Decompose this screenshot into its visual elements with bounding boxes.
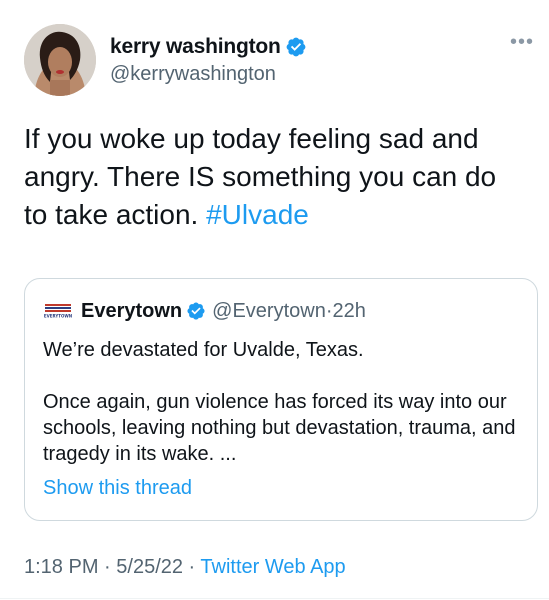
footer-separator-2: · (183, 556, 201, 578)
quoted-time[interactable]: 22h (333, 300, 366, 323)
everytown-logo-icon: EVERYTOWN (43, 302, 73, 320)
quoted-separator: · (325, 299, 333, 322)
tweet-time[interactable]: 1:18 PM (24, 556, 98, 578)
divider (0, 598, 549, 599)
tweet-source-app[interactable]: Twitter Web App (200, 556, 345, 578)
verified-badge-icon (286, 37, 306, 57)
tweet-metadata: 1:18 PM · 5/25/22 · Twitter Web App (24, 556, 346, 579)
quoted-handle[interactable]: @Everytown (212, 300, 326, 323)
tweet: kerry washington @kerrywashington ••• If… (0, 0, 549, 600)
everytown-logo-text: EVERYTOWN (44, 314, 72, 319)
footer-separator-1: · (98, 556, 117, 578)
quoted-paragraph-2: Once again, gun violence has forced its … (43, 391, 516, 465)
quoted-verified-badge-icon (187, 302, 205, 320)
tweet-header: kerry washington @kerrywashington ••• (24, 24, 534, 96)
quoted-display-name[interactable]: Everytown (81, 300, 182, 323)
tweet-date[interactable]: 5/25/22 (116, 556, 183, 578)
more-options-icon[interactable]: ••• (510, 32, 534, 52)
author-info: kerry washington @kerrywashington (110, 34, 307, 86)
avatar-image (24, 24, 96, 96)
hashtag-link[interactable]: #Ulvade (206, 199, 309, 230)
author-handle[interactable]: @kerrywashington (110, 63, 307, 86)
tweet-text: If you woke up today feeling sad and ang… (24, 120, 524, 234)
quoted-tweet[interactable]: EVERYTOWN Everytown @Everytown · 22h We’… (24, 278, 538, 521)
quoted-tweet-text: We’re devastated for Uvalde, Texas. Once… (43, 337, 523, 467)
author-display-name[interactable]: kerry washington (110, 35, 281, 59)
quoted-tweet-header: EVERYTOWN Everytown @Everytown · 22h (43, 299, 366, 323)
quoted-paragraph-1: We’re devastated for Uvalde, Texas. (43, 339, 364, 361)
avatar[interactable] (24, 24, 96, 96)
display-name-row: kerry washington (110, 34, 307, 60)
show-thread-link[interactable]: Show this thread (43, 477, 192, 500)
